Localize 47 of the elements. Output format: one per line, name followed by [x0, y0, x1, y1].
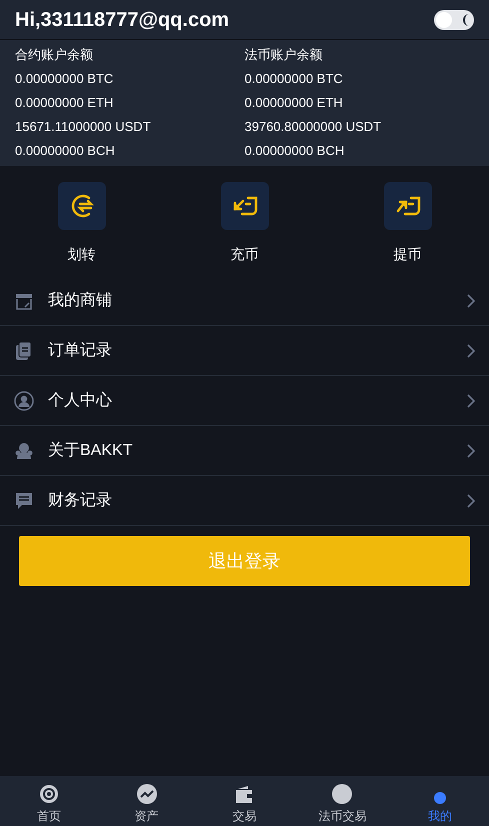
theme-toggle[interactable] [434, 10, 474, 30]
menu-item[interactable]: 关于BAKKT [0, 426, 489, 476]
chevron-right-icon [467, 444, 475, 458]
balance-heading: 法币账户余额 [244, 46, 324, 64]
nav-tab[interactable]: 资产 [98, 776, 196, 826]
nav-tab[interactable]: 法币交易 [293, 776, 392, 826]
deposit-action-tile[interactable] [220, 182, 268, 230]
action-label[interactable]: 提币 [394, 244, 422, 265]
balance-amount: 0.00000000 BTC [15, 70, 114, 88]
menu-item[interactable]: 财务记录 [0, 476, 489, 526]
message-icon [14, 490, 34, 510]
menu-item[interactable]: 个人中心 [0, 376, 489, 426]
balance-amount: 39760.80000000 USDT [244, 118, 382, 136]
user-icon [14, 390, 34, 410]
menu-label: 财务记录 [48, 490, 113, 510]
menu-label: 关于BAKKT [48, 440, 134, 460]
people-icon [14, 440, 34, 460]
menu-label: 个人中心 [48, 390, 113, 410]
nav-tab[interactable]: 我的 [391, 776, 489, 826]
balance-amount: 0.00000000 BTC [244, 70, 344, 88]
transfer-action-tile[interactable] [58, 182, 106, 230]
nav-tab[interactable]: 交易 [196, 776, 294, 826]
toggle-knob-icon [436, 12, 452, 28]
menu-item[interactable]: 我的商铺 [0, 276, 489, 326]
balance-amount: 15671.11000000 USDT [15, 118, 152, 136]
coin-icon [332, 784, 352, 804]
action-label[interactable]: 划转 [68, 244, 96, 265]
action-label[interactable]: 充币 [230, 244, 258, 265]
target-icon [38, 784, 59, 804]
balance-amount: 0.00000000 BCH [244, 142, 346, 160]
chevron-right-icon [467, 494, 475, 508]
balance-heading: 合约账户余额 [15, 46, 94, 64]
menu-label: 订单记录 [48, 340, 113, 360]
user-dot-icon [434, 792, 446, 804]
nav-tab[interactable]: 首页 [0, 776, 98, 826]
greeting: Hi,331118777@qq.com [15, 8, 230, 32]
chevron-right-icon [467, 394, 475, 408]
balance-amount: 0.00000000 BCH [15, 142, 116, 160]
chevron-right-icon [467, 344, 475, 358]
menu-item[interactable]: 订单记录 [0, 326, 489, 376]
menu-label: 我的商铺 [48, 290, 113, 310]
trend-icon [136, 784, 157, 804]
balance-amount: 0.00000000 ETH [15, 94, 114, 112]
chevron-right-icon [467, 294, 475, 308]
wallet-icon [234, 786, 254, 804]
balance-amount: 0.00000000 ETH [244, 94, 344, 112]
withdraw-action-tile[interactable] [384, 182, 432, 230]
